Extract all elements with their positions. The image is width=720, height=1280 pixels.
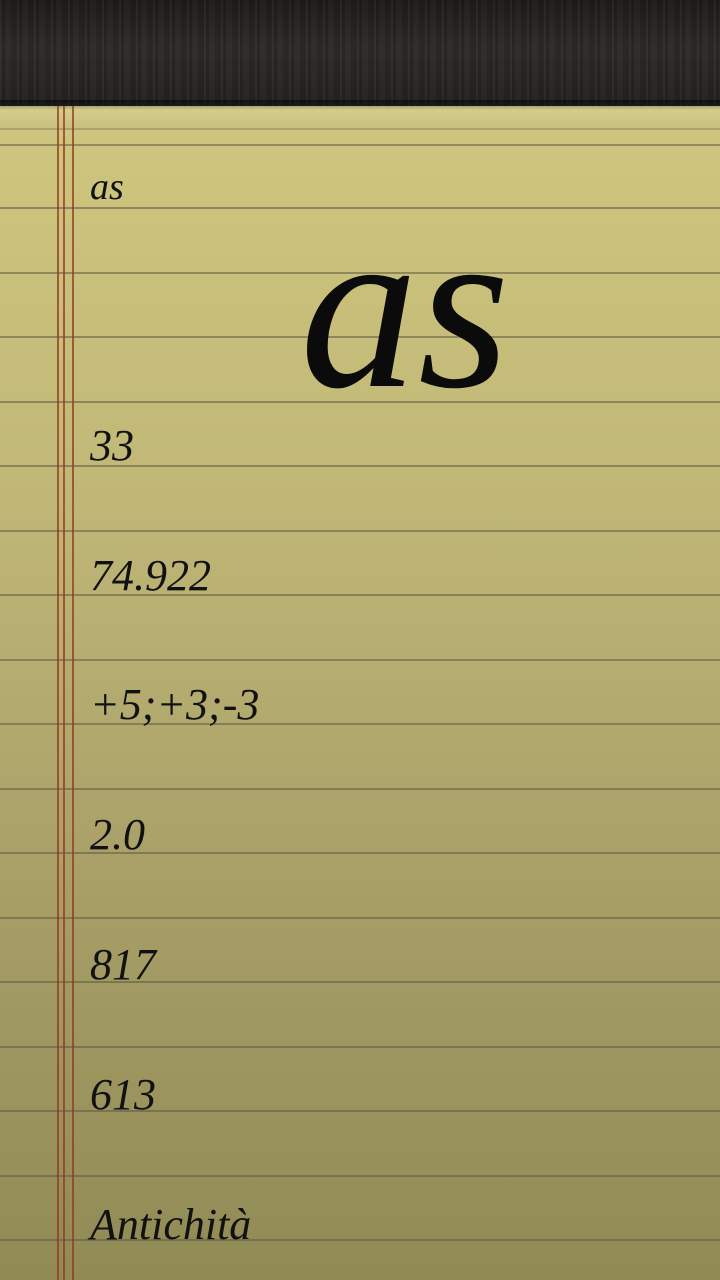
margin-line [63, 106, 65, 1280]
melting-point: 817 [90, 940, 156, 989]
ruled-line [0, 917, 720, 919]
ruled-line [0, 659, 720, 661]
boiling-point: 613 [90, 1070, 156, 1119]
ruled-line [0, 1046, 720, 1048]
atomic-number: 33 [90, 421, 134, 470]
header-shadow [0, 100, 720, 110]
small-symbol: as [90, 166, 124, 208]
ruled-line [0, 788, 720, 790]
margin-line [72, 106, 74, 1280]
atomic-mass: 74.922 [90, 551, 211, 600]
big-symbol: as [300, 177, 510, 438]
wood-header [0, 0, 720, 106]
margin-line [57, 106, 59, 1280]
discovery: Antichità [90, 1200, 252, 1249]
ruled-line [0, 1175, 720, 1177]
ruled-line [0, 144, 720, 146]
oxidation-states: +5;+3;-3 [90, 680, 260, 729]
ruled-line [0, 530, 720, 532]
electronegativity: 2.0 [90, 810, 145, 859]
